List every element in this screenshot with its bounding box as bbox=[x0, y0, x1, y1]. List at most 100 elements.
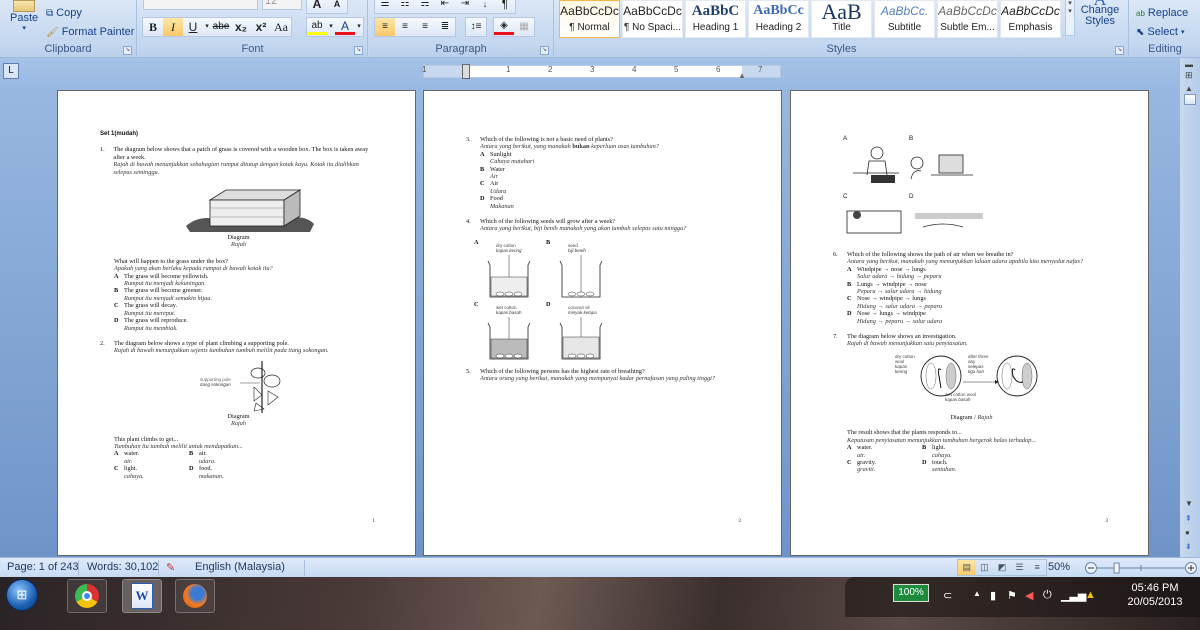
previous-page-icon[interactable]: ⇞ bbox=[1185, 514, 1192, 523]
style-preview: AaBbCcDc bbox=[623, 4, 682, 18]
show-hidden-icons[interactable]: ▲ bbox=[973, 589, 981, 598]
language-indicator[interactable]: English (Malaysia) bbox=[195, 561, 285, 573]
word-count[interactable]: Words: 30,102 bbox=[87, 561, 158, 573]
print-layout-icon[interactable]: ▤ bbox=[958, 560, 976, 575]
page-3[interactable]: A B C D 6. Which of the following shows … bbox=[790, 90, 1149, 556]
style-5[interactable]: AaBbCc. Subtitle bbox=[874, 0, 935, 38]
pilcrow-icon[interactable]: ¶ bbox=[495, 0, 515, 13]
vertical-scrollbar[interactable]: ▬ ⊞ ▲ ▼ ⇞ ● ⇟ bbox=[1180, 58, 1200, 557]
action-center-flag-icon[interactable]: ⚑ bbox=[1007, 589, 1017, 602]
split-handle-icon[interactable]: ▬ bbox=[1185, 60, 1193, 69]
shading-icon[interactable]: ◈ bbox=[494, 19, 514, 35]
sort-icon[interactable]: ↓ bbox=[475, 0, 495, 13]
style-7[interactable]: AaBbCcDc Emphasis bbox=[1000, 0, 1061, 38]
zoom-slider-thumb[interactable] bbox=[1113, 562, 1120, 574]
option-letter: D bbox=[114, 317, 119, 325]
font-size-combo[interactable]: 12 bbox=[262, 0, 302, 10]
line-spacing-button[interactable]: ↕≡ bbox=[465, 17, 487, 37]
italic-button[interactable]: I bbox=[163, 18, 183, 36]
bullets-icon[interactable]: ☰ bbox=[375, 0, 395, 13]
usb-device-icon[interactable]: ▮ bbox=[990, 589, 996, 602]
justify-icon[interactable]: ≣ bbox=[435, 18, 455, 36]
numbering-icon[interactable]: ☷ bbox=[395, 0, 415, 13]
style-3[interactable]: AaBbCc Heading 2 bbox=[748, 0, 809, 38]
chevron-down-icon[interactable]: ▾ bbox=[327, 18, 335, 36]
multilevel-list-icon[interactable]: ☵ bbox=[415, 0, 435, 13]
style-0[interactable]: AaBbCcDc ¶ Normal bbox=[559, 0, 620, 38]
highlight-icon[interactable]: ab bbox=[307, 19, 327, 35]
chevron-down-icon[interactable]: ▾ bbox=[203, 18, 211, 36]
font-size-value: 12 bbox=[265, 0, 278, 7]
investigation-diagram: dry cotton wool kapas kering after three… bbox=[833, 352, 1110, 414]
taskbar-word[interactable]: W bbox=[122, 579, 162, 613]
network-signal-icon[interactable]: ▁▃▅ bbox=[1061, 589, 1086, 602]
page-1[interactable]: Set 1(mudah) 1. The diagram below shows … bbox=[57, 90, 416, 556]
proofing-icon[interactable]: ✎ bbox=[166, 561, 175, 574]
strikethrough-button[interactable]: abe bbox=[211, 18, 231, 36]
option-letter: B bbox=[480, 165, 485, 173]
full-screen-reading-icon[interactable]: ◫ bbox=[976, 560, 994, 575]
style-name: ¶ No Spaci... bbox=[623, 22, 682, 33]
clipboard-launcher-icon[interactable]: ↘ bbox=[123, 46, 132, 55]
clock[interactable]: 05:46 PM 20/05/2013 bbox=[1115, 581, 1195, 609]
horizontal-ruler[interactable]: ▲ 1 1 2 3 4 5 6 7 bbox=[422, 64, 781, 80]
start-button[interactable]: ⊞ bbox=[6, 579, 38, 611]
battery-indicator[interactable]: 100% bbox=[893, 584, 929, 602]
superscript-button[interactable]: x² bbox=[251, 18, 271, 36]
borders-icon[interactable]: ▦ bbox=[514, 18, 534, 36]
shrink-font-button[interactable]: A bbox=[327, 0, 347, 13]
power-icon[interactable]: ⏻ bbox=[1043, 589, 1052, 602]
scroll-up-icon[interactable]: ▲ bbox=[1185, 84, 1193, 93]
web-layout-icon[interactable]: ◩ bbox=[993, 560, 1011, 575]
select-button[interactable]: ⬉ Select ▾ bbox=[1136, 26, 1184, 38]
font-name-combo[interactable] bbox=[143, 0, 258, 10]
style-6[interactable]: AaBbCcDc Subtle Em... bbox=[937, 0, 998, 38]
draft-icon[interactable]: ≡ bbox=[1028, 560, 1046, 575]
zoom-slider[interactable] bbox=[1085, 561, 1197, 575]
page-count[interactable]: Page: 1 of 243 bbox=[7, 561, 79, 573]
gallery-scroll[interactable]: ▾ ▾ bbox=[1065, 0, 1075, 36]
indent-marker-icon[interactable] bbox=[462, 64, 470, 79]
power-plug-icon[interactable]: ⊂ bbox=[943, 589, 952, 602]
font-launcher-icon[interactable]: ↘ bbox=[354, 46, 363, 55]
replace-button[interactable]: ab Replace bbox=[1136, 7, 1188, 19]
decrease-indent-icon[interactable]: ⇤ bbox=[435, 0, 455, 13]
underline-button[interactable]: U bbox=[183, 18, 203, 36]
paragraph-launcher-icon[interactable]: ↘ bbox=[540, 46, 549, 55]
taskbar-chrome[interactable] bbox=[67, 579, 107, 613]
tab-selector[interactable]: L bbox=[3, 63, 19, 79]
grow-font-button[interactable]: A bbox=[307, 0, 327, 13]
scroll-down-icon[interactable]: ▼ bbox=[1185, 499, 1193, 508]
format-painter-button[interactable]: 🖌 Format Painter bbox=[46, 26, 134, 38]
paste-button[interactable]: Clipboard Paste ▾ bbox=[10, 0, 38, 32]
ruler-toggle-icon[interactable]: ⊞ bbox=[1185, 70, 1193, 81]
align-right-icon[interactable]: ≡ bbox=[415, 18, 435, 36]
copy-button[interactable]: ⧉ Copy bbox=[46, 7, 82, 19]
next-page-icon[interactable]: ⇟ bbox=[1185, 542, 1192, 551]
breathing-persons-diagram: A B C D bbox=[843, 131, 1110, 243]
increase-indent-icon[interactable]: ⇥ bbox=[455, 0, 475, 13]
style-1[interactable]: AaBbCcDc ¶ No Spaci... bbox=[622, 0, 683, 38]
taskbar-firefox[interactable] bbox=[175, 579, 215, 613]
align-left-icon[interactable]: ≡ bbox=[375, 18, 395, 36]
right-indent-marker-icon[interactable]: ▲ bbox=[738, 71, 746, 80]
change-case-button[interactable]: Aa bbox=[271, 18, 291, 36]
subscript-button[interactable]: x₂ bbox=[231, 18, 251, 36]
volume-muted-icon[interactable]: ◀ bbox=[1025, 589, 1033, 602]
style-2[interactable]: AaBbC Heading 1 bbox=[685, 0, 746, 38]
page-2[interactable]: 3. Which of the following is not a basic… bbox=[423, 90, 782, 556]
divider bbox=[78, 560, 79, 576]
zoom-level[interactable]: 50% bbox=[1048, 561, 1070, 573]
styles-launcher-icon[interactable]: ↘ bbox=[1115, 46, 1124, 55]
option-text-malay: Cahaya matahari bbox=[490, 158, 535, 166]
outline-icon[interactable]: ☰ bbox=[1011, 560, 1029, 575]
browse-object-icon[interactable]: ● bbox=[1185, 528, 1190, 537]
font-color-icon[interactable]: A bbox=[335, 19, 355, 35]
google-drive-icon[interactable]: ▲ bbox=[1085, 589, 1096, 601]
style-4[interactable]: AaB Title bbox=[811, 0, 872, 38]
align-center-icon[interactable]: ≡ bbox=[395, 18, 415, 36]
bold-button[interactable]: B bbox=[143, 18, 163, 36]
scroll-thumb[interactable] bbox=[1184, 94, 1196, 105]
chevron-down-icon[interactable]: ▾ bbox=[355, 18, 363, 36]
change-styles-button[interactable]: A Change Styles bbox=[1080, 0, 1120, 27]
